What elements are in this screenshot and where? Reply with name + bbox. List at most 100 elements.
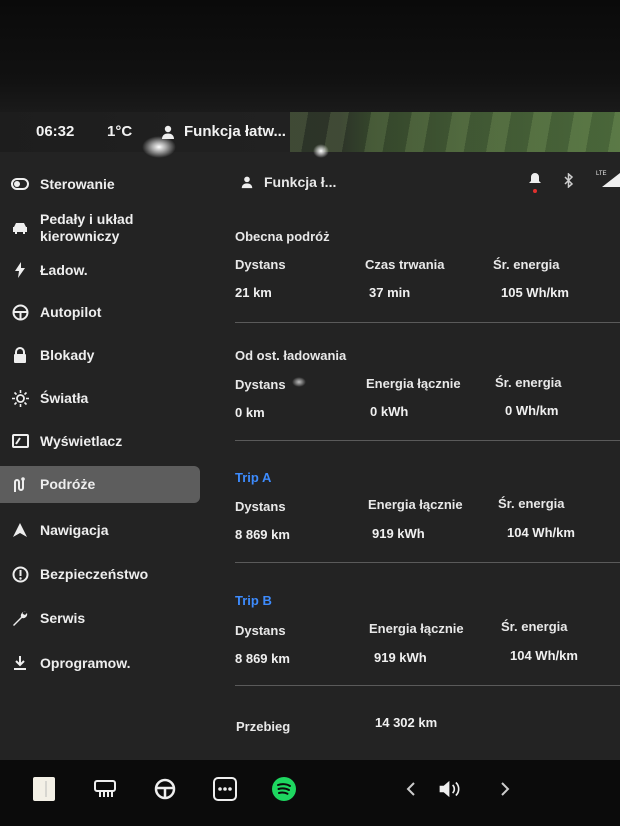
divider: [235, 685, 620, 686]
spotify-button[interactable]: [271, 776, 297, 802]
sidebar-item-autopilot[interactable]: Autopilot: [0, 302, 200, 322]
status-profile-button[interactable]: Funkcja łatw...: [160, 123, 286, 140]
sidebar-item-label: Światła: [40, 389, 89, 406]
sidebar-item-serwis[interactable]: Serwis: [0, 608, 200, 628]
trip-b-title: Trip B: [235, 593, 272, 608]
trip-a-energy-total: 919 kWh: [372, 526, 425, 541]
wrench-icon: [10, 608, 30, 628]
sidebar-item-bezpieczenstwo[interactable]: Bezpieczeństwo: [0, 564, 200, 584]
sidebar-item-label: Sterowanie: [40, 175, 115, 192]
sidebar-item-label: Ładow.: [40, 261, 88, 278]
bell-icon[interactable]: [528, 172, 542, 193]
since-charge-label-distance: Dystans: [235, 377, 286, 392]
glovebox-icon: [33, 777, 55, 801]
trip-b-label-avg-energy: Śr. energia: [501, 619, 568, 634]
since-charge-avg-energy: 0 Wh/km: [505, 403, 559, 418]
sidebar-item-swiatla[interactable]: Światła: [0, 388, 200, 408]
sidebar-item-oprogramowanie[interactable]: Oprogramow.: [0, 653, 200, 673]
map-strip: [290, 112, 620, 152]
since-charge-label-avg-energy: Śr. energia: [495, 375, 562, 390]
current-trip-duration: 37 min: [369, 285, 411, 300]
trip-a-label-distance: Dystans: [235, 499, 286, 514]
rear-defrost-button[interactable]: [92, 776, 118, 802]
bezel-top: [0, 0, 620, 112]
chevron-right-icon: [501, 782, 510, 796]
sidebar-item-label: Bezpieczeństwo: [40, 565, 149, 582]
header-icons: LTE: [528, 171, 620, 193]
bluetooth-icon[interactable]: [564, 171, 574, 193]
settings-sidebar: Sterowanie Pedały i układ kierowniczy Ła…: [0, 152, 210, 760]
volume-down-button[interactable]: [398, 776, 424, 802]
sidebar-item-label: Autopilot: [40, 303, 102, 320]
divider: [235, 562, 620, 563]
display-icon: [10, 431, 30, 451]
more-apps-button[interactable]: [212, 776, 238, 802]
toggle-icon: [10, 174, 30, 194]
trip-a-label-energy-total: Energia łącznie: [368, 497, 463, 512]
notification-dot: [533, 189, 537, 193]
ellipsis-icon: [213, 777, 237, 801]
heated-steering-button[interactable]: [152, 776, 178, 802]
sidebar-item-podroze[interactable]: Podróże: [0, 466, 200, 503]
trip-b-distance: 8 869 km: [235, 651, 290, 666]
trip-a-title: Trip A: [235, 470, 272, 485]
status-time: 06:32: [36, 123, 75, 140]
car-icon: [10, 218, 30, 238]
sidebar-item-label: Blokady: [40, 346, 95, 363]
trips-panel: Funkcja ł... LTE Obecna podróż Dystans C…: [220, 152, 620, 760]
lightning-icon: [10, 260, 30, 280]
since-charge-label-energy-total: Energia łącznie: [366, 376, 461, 391]
status-bar: 06:32 1°C Funkcja łatw...: [0, 112, 620, 152]
sidebar-item-sterowanie[interactable]: Sterowanie: [0, 174, 200, 194]
odometer-value: 14 302 km: [375, 715, 438, 730]
since-charge-distance: 0 km: [235, 405, 265, 420]
lock-icon: [10, 345, 30, 365]
chevron-left-icon: [406, 782, 415, 796]
sidebar-item-nawigacja[interactable]: Nawigacja: [0, 520, 200, 540]
since-charge-title: Od ost. ładowania: [235, 348, 347, 363]
status-temperature: 1°C: [107, 123, 133, 140]
sidebar-item-label: Pedały i układ kierowniczy: [40, 211, 134, 244]
current-trip-title: Obecna podróż: [235, 229, 330, 244]
glare: [313, 144, 329, 158]
trip-b-label-energy-total: Energia łącznie: [369, 621, 464, 636]
sidebar-item-blokady[interactable]: Blokady: [0, 345, 200, 365]
signal-icon: LTE: [596, 171, 620, 192]
trip-b-energy-total: 919 kWh: [374, 650, 427, 665]
glare: [142, 136, 176, 158]
odometer-label: Przebieg: [236, 719, 291, 734]
profile-header-button[interactable]: Funkcja ł...: [240, 174, 336, 190]
trip-a-label-avg-energy: Śr. energia: [498, 496, 565, 511]
sun-icon: [10, 388, 30, 408]
sidebar-item-label: Podróże: [40, 476, 96, 492]
since-charge-energy-total: 0 kWh: [370, 404, 409, 419]
sidebar-item-label: Oprogramow.: [40, 654, 131, 671]
sidebar-item-pedaly[interactable]: Pedały i układ kierowniczy: [0, 210, 200, 246]
divider: [235, 440, 620, 441]
current-trip-distance: 21 km: [235, 285, 272, 300]
volume-button[interactable]: [438, 776, 464, 802]
sidebar-item-label: Serwis: [40, 609, 86, 626]
profile-header-label: Funkcja ł...: [264, 174, 337, 190]
status-profile-label: Funkcja łatw...: [184, 123, 286, 140]
sidebar-item-label: Nawigacja: [40, 521, 109, 538]
alert-circle-icon: [10, 564, 30, 584]
screen: 06:32 1°C Funkcja łatw... Sterowanie Ped…: [0, 112, 620, 760]
glare: [292, 377, 306, 387]
current-trip-avg-energy: 105 Wh/km: [501, 285, 569, 300]
sidebar-item-wyswietlacz[interactable]: Wyświetlacz: [0, 431, 200, 451]
current-trip-label-energy: Śr. energia: [493, 257, 560, 272]
steering-wheel-icon: [10, 302, 30, 322]
steering-heat-icon: [154, 778, 176, 800]
trip-a-distance: 8 869 km: [235, 527, 290, 542]
sidebar-item-ladowanie[interactable]: Ładow.: [0, 260, 200, 280]
trip-b-avg-energy: 104 Wh/km: [510, 648, 578, 663]
glovebox-button[interactable]: [31, 776, 57, 802]
download-icon: [10, 653, 30, 673]
current-trip-label-distance: Dystans: [235, 257, 286, 272]
volume-up-button[interactable]: [492, 776, 518, 802]
trip-a-avg-energy: 104 Wh/km: [507, 525, 575, 540]
trip-b-label-distance: Dystans: [235, 623, 286, 638]
trips-icon: [10, 475, 30, 495]
spotify-icon: [272, 777, 296, 801]
